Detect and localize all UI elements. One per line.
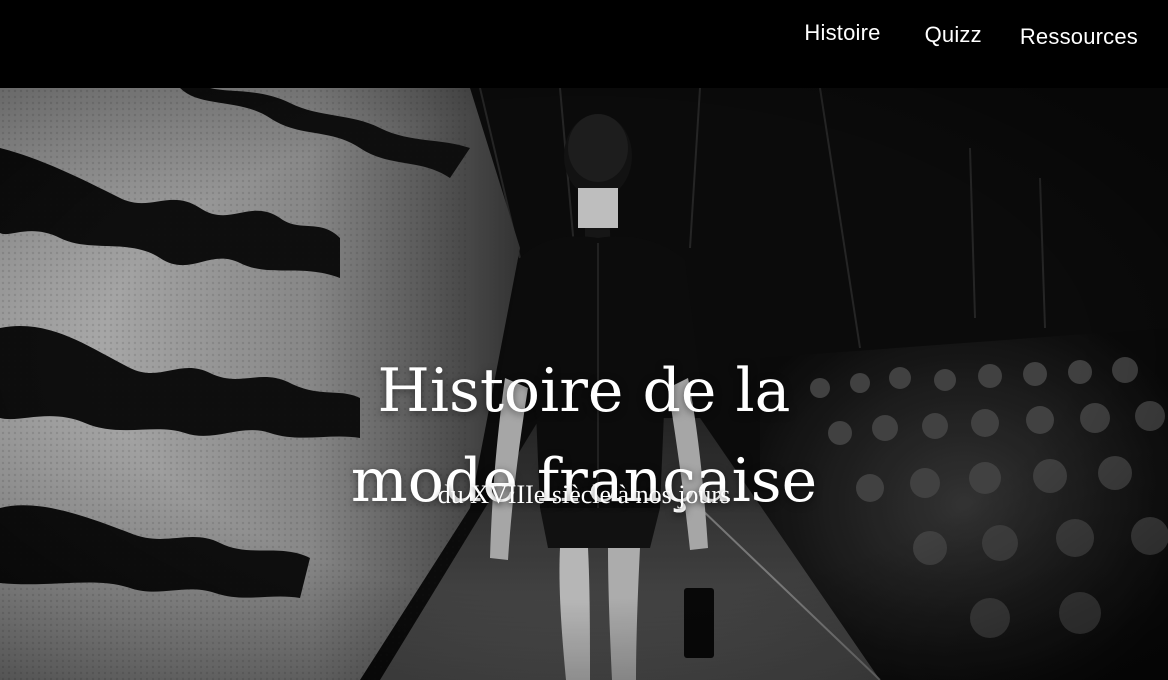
nav-link-quizz[interactable]: Quizz: [925, 22, 982, 48]
top-navigation-bar: Histoire Quizz Ressources: [0, 0, 1168, 89]
main-nav: Histoire Quizz Ressources: [804, 18, 1138, 50]
hero-subtitle: du XVIIIe siècle à nos jours: [437, 480, 731, 509]
hero-title-line-1: Histoire de la: [377, 356, 791, 427]
hero-banner: Histoire de la mode française du XVIIIe …: [0, 88, 1168, 680]
nav-link-histoire[interactable]: Histoire: [804, 20, 880, 46]
nav-link-ressources[interactable]: Ressources: [1020, 24, 1138, 50]
